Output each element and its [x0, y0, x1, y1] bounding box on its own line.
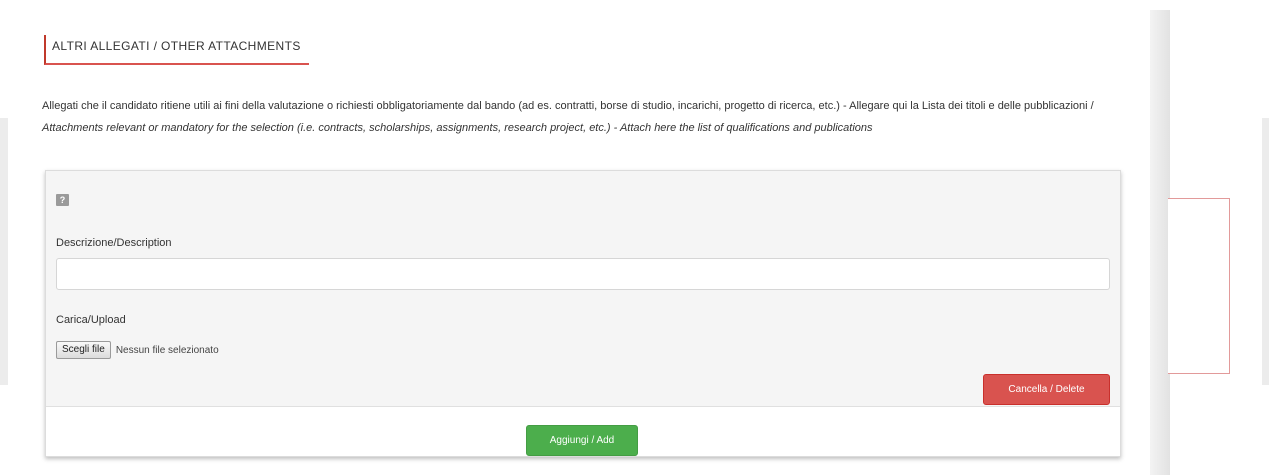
section-title: ALTRI ALLEGATI / OTHER ATTACHMENTS	[44, 35, 309, 65]
intro-text: Allegati che il candidato ritiene utili …	[42, 95, 1122, 139]
help-icon[interactable]: ?	[56, 194, 69, 206]
description-label: Descrizione/Description	[56, 237, 172, 249]
file-upload-row: Scegli file Nessun file selezionato	[56, 341, 219, 359]
delete-button[interactable]: Cancella / Delete	[983, 374, 1110, 405]
attachment-card: ? Descrizione/Description Carica/Upload …	[45, 170, 1121, 457]
add-attachment-button[interactable]: Aggiungi / Add	[526, 425, 638, 456]
background-strip-left	[0, 118, 8, 385]
intro-text-italian: Allegati che il candidato ritiene utili …	[42, 100, 1094, 112]
background-box	[1168, 198, 1230, 374]
description-input[interactable]	[56, 258, 1110, 290]
attachment-item: ? Descrizione/Description Carica/Upload …	[46, 171, 1120, 407]
file-status-text: Nessun file selezionato	[115, 344, 219, 356]
intro-text-english: Attachments relevant or mandatory for th…	[42, 122, 873, 134]
attachments-panel: ALTRI ALLEGATI / OTHER ATTACHMENTS Alleg…	[26, 10, 1150, 475]
choose-file-button[interactable]: Scegli file	[56, 341, 111, 359]
background-strip-far-right	[1262, 118, 1269, 385]
upload-label: Carica/Upload	[56, 314, 126, 326]
background-strip-right	[1150, 10, 1170, 475]
